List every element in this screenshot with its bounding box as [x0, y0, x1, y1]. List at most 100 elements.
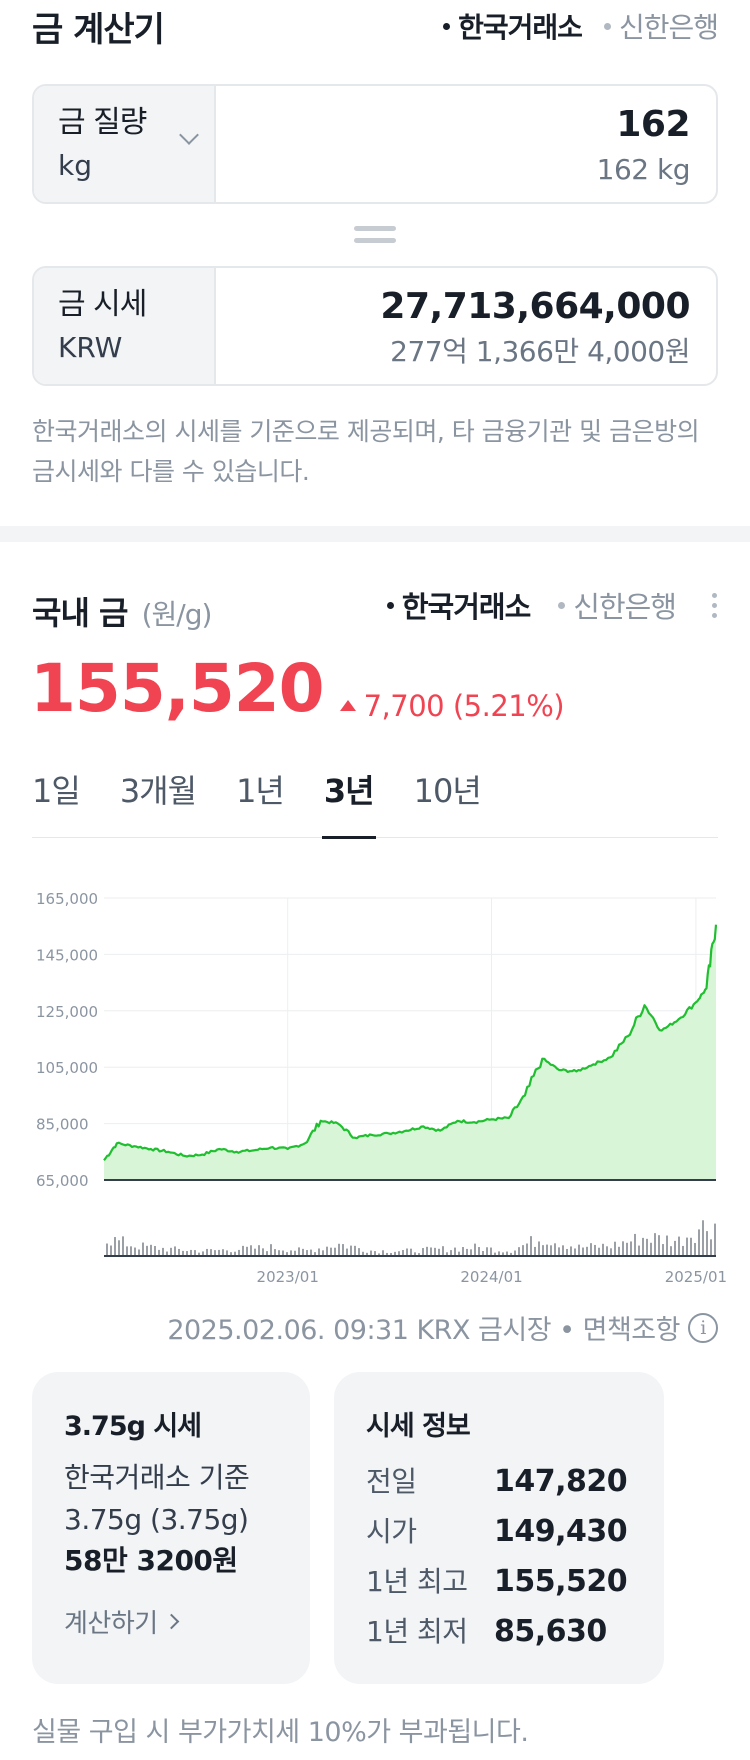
volume-bar [222, 1249, 224, 1256]
stat-row-open: 시가 149,430 [366, 1507, 632, 1557]
volume-bar [150, 1244, 152, 1256]
price-output-box: 금 시세 KRW 27,713,664,000 277억 1,366만 4,00… [32, 266, 718, 386]
weight-unit-select[interactable]: 금 질량 kg [34, 86, 216, 202]
price-timestamp: 2025.02.06. 09:31 KRX 금시장 • 면책조항 i [167, 1308, 718, 1347]
volume-bar [606, 1246, 608, 1256]
volume-bar [534, 1246, 536, 1256]
volume-bar [250, 1245, 252, 1256]
calculator-header: 금 계산기 한국거래소 신한은행 [32, 0, 719, 50]
tab-1d[interactable]: 1일 [32, 760, 81, 838]
volume-bar [326, 1246, 328, 1256]
current-price: 155,520 [30, 650, 325, 727]
volume-bar [658, 1235, 660, 1256]
price-chart-svg: 165,000 145,000 125,000 105,000 85,000 65,000… [36, 890, 727, 1286]
volume-bar [706, 1231, 708, 1256]
volume-bar [638, 1245, 640, 1256]
stat-value: 155,520 [494, 1564, 628, 1599]
volume-bar [254, 1248, 256, 1256]
volume-bar [662, 1244, 664, 1256]
domestic-gold-title-text: 국내 금 [32, 594, 128, 632]
volume-bar [626, 1242, 628, 1256]
price-chart[interactable]: 165,000 145,000 125,000 105,000 85,000 65,000… [0, 870, 750, 1290]
tab-3y[interactable]: 3년 [321, 760, 376, 839]
volume-bar [258, 1245, 260, 1256]
stat-row-prev: 전일 147,820 [366, 1457, 632, 1507]
stat-label: 시가 [366, 1515, 417, 1548]
volume-bar [106, 1243, 108, 1256]
volume-bar [426, 1246, 428, 1256]
weight-value: 162 [616, 104, 690, 145]
volume-bar [674, 1240, 676, 1256]
volume-bar [590, 1243, 592, 1256]
calculator-source-shinhan[interactable]: 신한은행 [603, 6, 719, 46]
volume-bar [646, 1238, 648, 1256]
volume-bar [698, 1229, 700, 1256]
volume-bar [206, 1248, 208, 1256]
domestic-source-krx[interactable]: 한국거래소 [386, 584, 531, 626]
domestic-source-shinhan[interactable]: 신한은행 [558, 584, 677, 626]
volume-bar [346, 1248, 348, 1256]
volume-bar [490, 1247, 492, 1256]
volume-bar [274, 1249, 276, 1256]
volume-bar [518, 1247, 520, 1256]
price-value-sub: 277억 1,366만 4,000원 [390, 335, 690, 368]
tab-10y[interactable]: 10년 [414, 760, 482, 838]
price-info-card: 시세 정보 전일 147,820 시가 149,430 1년 최고 155,52… [334, 1372, 664, 1684]
volume-bar [666, 1235, 668, 1256]
volume-bar [586, 1246, 588, 1256]
volume-bar [466, 1248, 468, 1256]
weight-value-field[interactable]: 162 162 kg [216, 86, 716, 202]
section-divider [0, 526, 750, 542]
y-tick-label: 125,000 [36, 1003, 98, 1021]
calculate-link-label: 계산하기 [64, 1609, 158, 1639]
volume-bar [522, 1245, 524, 1256]
volume-bar [178, 1248, 180, 1256]
volume-bar [114, 1237, 116, 1256]
stat-value: 85,630 [494, 1614, 607, 1649]
stat-label: 1년 최저 [366, 1615, 468, 1648]
tab-1y[interactable]: 1년 [236, 760, 285, 838]
volume-bar [486, 1247, 488, 1256]
price-value-field: 27,713,664,000 277억 1,366만 4,000원 [216, 268, 716, 384]
volume-bar [118, 1240, 120, 1256]
volume-bar [122, 1236, 124, 1256]
volume-bar [574, 1248, 576, 1256]
volume-bar [610, 1248, 612, 1256]
tab-3m[interactable]: 3개월 [120, 760, 197, 838]
volume-bar [430, 1247, 432, 1256]
volume-bar [650, 1242, 652, 1256]
x-tick-label: 2025/01 [665, 1268, 727, 1286]
volume-bar [526, 1243, 528, 1256]
price-unit-value: KRW [58, 331, 123, 364]
volume-bar [642, 1237, 644, 1256]
volume-bar [566, 1248, 568, 1256]
volume-bar [454, 1247, 456, 1256]
volume-bar [162, 1247, 164, 1256]
volume-bar [654, 1233, 656, 1256]
source-label: 신한은행 [618, 11, 719, 44]
volume-bar [146, 1245, 148, 1256]
volume-bar [578, 1244, 580, 1256]
volume-bar [550, 1245, 552, 1256]
volume-bar [602, 1243, 604, 1256]
period-tabs: 1일 3개월 1년 3년 10년 [32, 760, 718, 839]
price-change-text: 7,700 (5.21%) [363, 688, 565, 723]
x-tick-label: 2023/01 [257, 1268, 319, 1286]
volume-bar [558, 1247, 560, 1256]
volume-bar [694, 1242, 696, 1256]
volume-bar [318, 1248, 320, 1256]
y-tick-label: 85,000 [36, 1116, 89, 1134]
more-options-icon[interactable] [712, 592, 718, 618]
calculator-source-krx[interactable]: 한국거래소 [443, 6, 583, 46]
info-icon[interactable]: i [688, 1312, 718, 1343]
volume-bar [154, 1246, 156, 1256]
calculate-link[interactable]: 계산하기 [64, 1603, 179, 1640]
arrow-up-icon [339, 700, 356, 711]
gram-card-amount: 58만 3200원 [64, 1544, 238, 1577]
y-tick-label: 65,000 [36, 1172, 89, 1190]
stat-value: 147,820 [494, 1464, 628, 1499]
volume-bar [242, 1245, 244, 1256]
calculator-source-toggle: 한국거래소 신한은행 [443, 6, 719, 46]
domestic-gold-unit: (원/g) [141, 598, 213, 631]
volume-bar [130, 1246, 132, 1256]
